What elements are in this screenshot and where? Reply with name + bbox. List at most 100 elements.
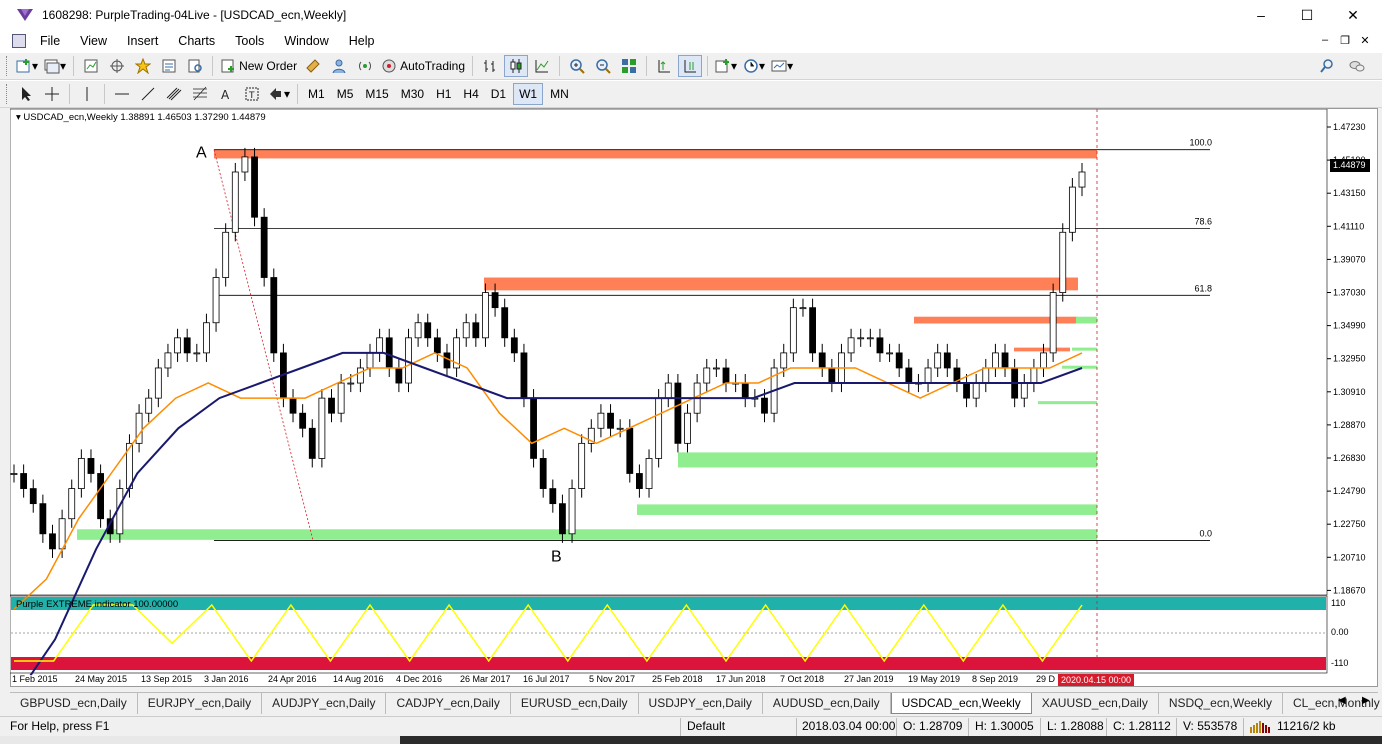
tf-m30[interactable]: M30 bbox=[396, 83, 429, 105]
date-tick-label: 16 Jul 2017 bbox=[523, 674, 570, 684]
chat-button[interactable] bbox=[1345, 55, 1369, 77]
mdi-minimize-button[interactable]: – bbox=[1316, 34, 1334, 46]
terminal-button[interactable] bbox=[157, 55, 181, 77]
tf-h1[interactable]: H1 bbox=[431, 83, 456, 105]
window-title: 1608298: PurpleTrading-04Live - [USDCAD_… bbox=[42, 8, 347, 22]
templates-button[interactable]: ▾ bbox=[769, 55, 795, 77]
tab-scroll-left-button[interactable]: ◀ bbox=[1338, 695, 1346, 706]
data-window-button[interactable] bbox=[105, 55, 129, 77]
text-label-tool[interactable]: T bbox=[240, 83, 264, 105]
candle-body bbox=[712, 367, 720, 370]
tf-mn[interactable]: MN bbox=[545, 83, 574, 105]
price-tick-label: 1.47230 bbox=[1333, 122, 1366, 132]
menu-help[interactable]: Help bbox=[339, 30, 385, 52]
chart-tab[interactable]: EURUSD_ecn,Daily bbox=[511, 693, 639, 714]
profiles-button[interactable]: ▾ bbox=[42, 55, 68, 77]
indicators-button[interactable]: ▾ bbox=[713, 55, 739, 77]
trendline-tool[interactable] bbox=[136, 83, 160, 105]
chart-tab[interactable]: CADJPY_ecn,Daily bbox=[386, 693, 511, 714]
indicator-tick-label: -110 bbox=[1331, 658, 1348, 668]
mdi-restore-button[interactable]: ❐ bbox=[1336, 34, 1354, 47]
radio-signal-icon bbox=[359, 61, 372, 71]
chart-tab[interactable]: GBPUSD_ecn,Daily bbox=[10, 693, 138, 714]
candle-body bbox=[491, 292, 499, 309]
horizontal-line-icon bbox=[115, 93, 129, 95]
arrows-tool[interactable]: ▾ bbox=[266, 83, 292, 105]
chart-tab[interactable]: AUDUSD_ecn,Daily bbox=[763, 693, 891, 714]
candle-body bbox=[414, 322, 422, 339]
bar-chart-button[interactable] bbox=[478, 55, 502, 77]
menu-insert[interactable]: Insert bbox=[117, 30, 168, 52]
toolbar-separator bbox=[559, 56, 561, 76]
menu-tools[interactable]: Tools bbox=[225, 30, 274, 52]
zoom-out-button[interactable] bbox=[591, 55, 615, 77]
maximize-button[interactable]: ☐ bbox=[1284, 0, 1330, 30]
signals-button[interactable] bbox=[327, 55, 351, 77]
status-divider bbox=[796, 718, 797, 736]
market-button[interactable] bbox=[353, 55, 377, 77]
new-order-button[interactable]: New Order bbox=[218, 55, 299, 77]
tile-windows-button[interactable] bbox=[617, 55, 641, 77]
text-tool[interactable]: A bbox=[214, 83, 238, 105]
tf-d1[interactable]: D1 bbox=[486, 83, 511, 105]
candlestick-button[interactable] bbox=[504, 55, 529, 77]
status-profile[interactable]: Default bbox=[687, 719, 725, 733]
candle-body bbox=[222, 231, 230, 278]
toolbar-separator bbox=[472, 56, 474, 76]
minimize-button[interactable]: – bbox=[1238, 0, 1284, 30]
menu-view[interactable]: View bbox=[70, 30, 117, 52]
periods-button[interactable]: ▾ bbox=[741, 55, 767, 77]
tf-w1[interactable]: W1 bbox=[513, 83, 544, 105]
tf-m1[interactable]: M1 bbox=[303, 83, 330, 105]
chart-tab[interactable]: AUDJPY_ecn,Daily bbox=[262, 693, 387, 714]
candle-body bbox=[510, 337, 518, 354]
toolbar-separator bbox=[212, 56, 214, 76]
chart-document-icon[interactable] bbox=[12, 34, 26, 48]
candlestick-icon bbox=[510, 59, 522, 73]
current-price-label: 1.44879 bbox=[1330, 159, 1370, 172]
crosshair-tool[interactable] bbox=[40, 83, 64, 105]
fibonacci-tool[interactable] bbox=[188, 83, 212, 105]
tf-m15[interactable]: M15 bbox=[360, 83, 393, 105]
candle-body bbox=[520, 352, 528, 399]
close-button[interactable]: ✕ bbox=[1330, 0, 1376, 30]
autoscroll-button[interactable] bbox=[678, 55, 703, 77]
chart-tab[interactable]: XAUUSD_ecn,Daily bbox=[1032, 693, 1159, 714]
mdi-close-button[interactable]: ✕ bbox=[1356, 34, 1374, 47]
zoom-in-button[interactable] bbox=[565, 55, 589, 77]
chart-tab[interactable]: NSDQ_ecn,Weekly bbox=[1159, 693, 1283, 714]
chart-tab[interactable]: EURJPY_ecn,Daily bbox=[138, 693, 263, 714]
support-zone bbox=[678, 452, 1097, 468]
indicator-label: Purple EXTREME indicator 100.00000 bbox=[16, 599, 179, 610]
chart-tab[interactable]: USDCAD_ecn,Weekly bbox=[890, 693, 1032, 714]
menu-file[interactable]: File bbox=[30, 30, 70, 52]
tab-scroll-right-button[interactable]: ▶ bbox=[1362, 695, 1370, 706]
horizontal-line-tool[interactable] bbox=[110, 83, 134, 105]
terminal-icon bbox=[162, 59, 176, 73]
market-watch-button[interactable] bbox=[79, 55, 103, 77]
toolbar-separator bbox=[646, 56, 648, 76]
metaeditor-button[interactable] bbox=[301, 55, 325, 77]
tf-m5[interactable]: M5 bbox=[332, 83, 359, 105]
chart-shift-button[interactable] bbox=[652, 55, 676, 77]
menu-window[interactable]: Window bbox=[274, 30, 338, 52]
menu-charts[interactable]: Charts bbox=[168, 30, 225, 52]
cursor-tool[interactable] bbox=[14, 83, 38, 105]
candle-body bbox=[866, 337, 874, 340]
vertical-line-tool[interactable] bbox=[75, 83, 99, 105]
candle-body bbox=[328, 397, 335, 414]
candle-body bbox=[1040, 352, 1047, 369]
line-chart-button[interactable] bbox=[530, 55, 554, 77]
channel-tool[interactable] bbox=[162, 83, 186, 105]
strategy-tester-button[interactable] bbox=[183, 55, 207, 77]
price-chart[interactable]: 100.078.661.80.0AB1.472301.451901.431501… bbox=[10, 109, 1378, 675]
new-chart-button[interactable]: ▾ bbox=[14, 55, 40, 77]
chart-tab[interactable]: USDJPY_ecn,Daily bbox=[639, 693, 763, 714]
indicators-icon bbox=[715, 59, 730, 73]
tf-h4[interactable]: H4 bbox=[458, 83, 483, 105]
navigator-button[interactable] bbox=[131, 55, 155, 77]
date-tick-label: 7 Oct 2018 bbox=[780, 674, 825, 684]
autotrading-button[interactable]: AutoTrading bbox=[379, 55, 467, 77]
search-button[interactable] bbox=[1315, 55, 1339, 77]
candle-body bbox=[886, 352, 893, 355]
